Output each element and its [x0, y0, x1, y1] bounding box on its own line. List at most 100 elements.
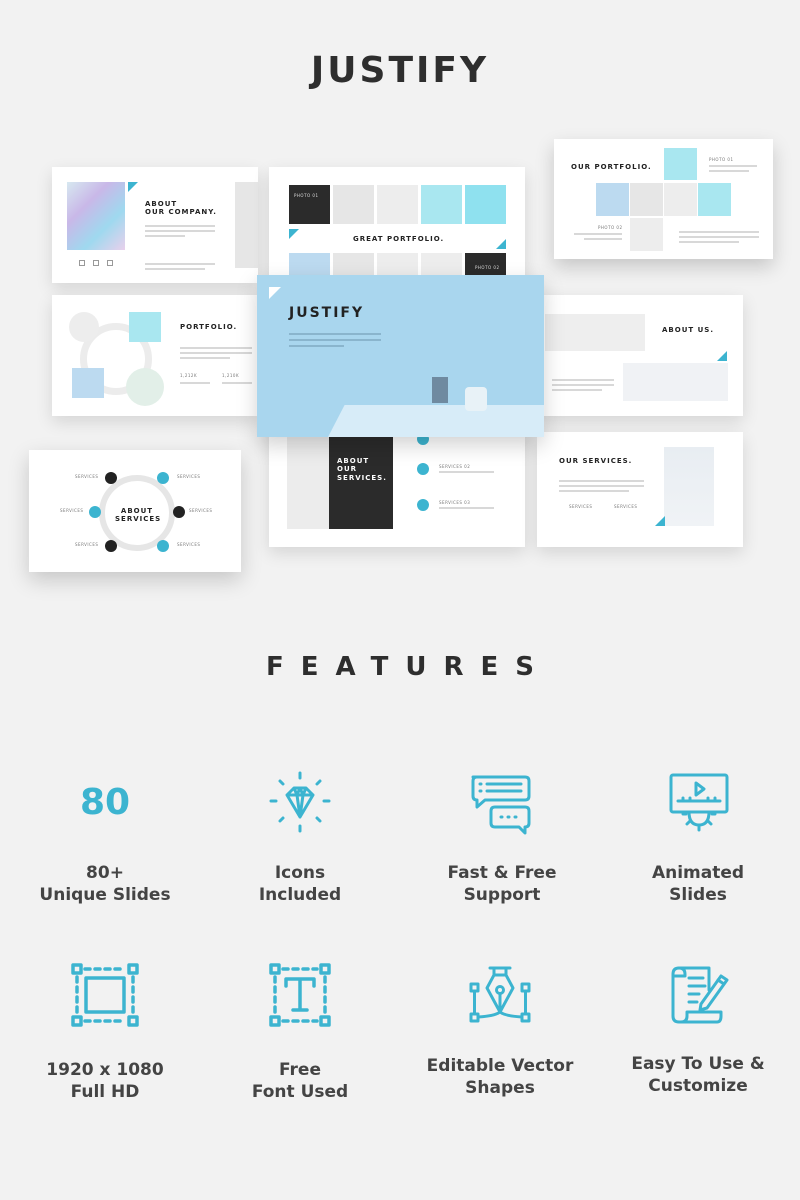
bag-photo [465, 185, 506, 224]
photo [664, 183, 697, 216]
feature-free-font: Free Font Used [200, 955, 400, 1103]
lorem-text [145, 230, 215, 232]
lorem-text [180, 357, 230, 359]
lorem-text [145, 235, 185, 237]
diamond-icon [200, 762, 400, 842]
font-frame-icon [200, 955, 400, 1035]
feature-icons-included: Icons Included [200, 762, 400, 906]
lorem-text [679, 236, 759, 238]
lorem-text [559, 485, 644, 487]
feature-label: 1920 x 1080 Full HD [5, 1059, 205, 1103]
feature-label: Editable Vector Shapes [400, 1055, 600, 1099]
service-icon [105, 540, 117, 552]
photo-label: PHOTO 02 [475, 265, 500, 270]
lorem-text [145, 225, 215, 227]
lorem-text [222, 382, 252, 384]
label-line: Full HD [70, 1082, 140, 1102]
slide-about-us: ABOUT US. [537, 295, 743, 416]
jar-shape [465, 387, 487, 411]
slide-great-portfolio: PHOTO 01 GREAT PORTFOLIO. PHOTO 02 [269, 167, 525, 287]
pen-tool-icon [400, 955, 600, 1035]
slide-heading: GREAT PORTFOLIO. [353, 235, 445, 243]
vase-shape [432, 377, 448, 403]
label-line: 1920 x 1080 [46, 1060, 164, 1080]
accent-triangle [289, 229, 299, 239]
label-line: 80+ [86, 863, 124, 883]
plant-photo [333, 185, 374, 224]
accent-triangle [496, 239, 506, 249]
lorem-text [584, 238, 622, 240]
lorem-text [439, 471, 494, 473]
photo [596, 183, 629, 216]
monitor-play-gear-icon [598, 762, 798, 842]
slide-heading: ABOUT OUR SERVICES. [337, 457, 387, 482]
heading-line: ABOUT [120, 507, 154, 515]
lorem-text [289, 345, 344, 347]
heading-line: OUR [337, 465, 358, 474]
label-line: Support [463, 885, 541, 905]
lorem-text [180, 382, 210, 384]
art-photo [664, 447, 714, 526]
slide-heading: ABOUT US. [662, 326, 714, 334]
slide-heading: OUR PORTFOLIO. [571, 163, 652, 171]
slide-portfolio: PORTFOLIO. 1,212K 1,210K [52, 295, 258, 416]
lorem-text [145, 263, 215, 265]
feature-unique-slides: 80 80+ Unique Slides [5, 762, 205, 906]
slides-count: 80 [79, 781, 131, 823]
label-line: Included [258, 885, 342, 905]
service-icon [157, 540, 169, 552]
service-label: SERVICES [614, 504, 638, 509]
accent-triangle [655, 516, 665, 526]
dribbble-icon [107, 260, 113, 266]
service-icon [105, 472, 117, 484]
service-label: SERVICES [569, 504, 593, 509]
feature-vector-shapes: Editable Vector Shapes [400, 955, 600, 1099]
service-icon [157, 472, 169, 484]
service-label: SERVICES [75, 542, 99, 547]
lorem-text [552, 379, 614, 381]
stat-value: 1,210K [222, 373, 240, 378]
lorem-text [574, 233, 622, 235]
lorem-text [679, 231, 759, 233]
chat-bubbles-icon [402, 762, 602, 842]
feature-label: 80+ Unique Slides [5, 862, 205, 906]
lorem-text [145, 268, 205, 270]
side-panel [235, 182, 258, 268]
label-line: Animated [651, 863, 745, 883]
slide-heading: ABOUT SERVICES [115, 507, 162, 524]
lorem-text [180, 347, 252, 349]
slide-our-services: OUR SERVICES. SERVICES SERVICES [537, 432, 743, 547]
label-line: Editable Vector [426, 1056, 574, 1076]
page-title: JUSTIFY [310, 50, 490, 91]
social-icons [79, 260, 113, 266]
lorem-text [552, 384, 614, 386]
twitter-icon [79, 260, 85, 266]
heading-line: SERVICES [115, 515, 162, 524]
service-icon [173, 506, 185, 518]
accent-triangle [717, 351, 727, 361]
slide-about-services: ABOUT SERVICES SERVICES SERVICES SERVICES… [29, 450, 241, 572]
feature-easy-customize: Easy To Use & Customize [598, 955, 798, 1097]
label-line: Shapes [465, 1078, 535, 1098]
lorem-text [679, 241, 739, 243]
photo-label: PHOTO 01 [709, 157, 734, 162]
cover-title: JUSTIFY [289, 305, 365, 321]
photo-caption-box: PHOTO 01 [289, 185, 330, 224]
label-line: Unique Slides [39, 885, 171, 905]
service-label: SERVICES [177, 474, 201, 479]
document-edit-icon [598, 955, 798, 1035]
label-line: Slides [669, 885, 727, 905]
label-line: Font Used [251, 1082, 349, 1102]
lorem-text [559, 490, 629, 492]
service-icon [89, 506, 101, 518]
service-label: SERVICES [75, 474, 99, 479]
building-photo [72, 368, 104, 398]
facebook-icon [93, 260, 99, 266]
stat-value: 1,212K [180, 373, 198, 378]
lorem-text [289, 339, 381, 341]
resize-frame-icon [5, 955, 205, 1035]
photo [698, 183, 731, 216]
label-line: Fast & Free [447, 863, 557, 883]
feature-label: Icons Included [200, 862, 400, 906]
slide-heading: OUR SERVICES. [559, 457, 633, 465]
